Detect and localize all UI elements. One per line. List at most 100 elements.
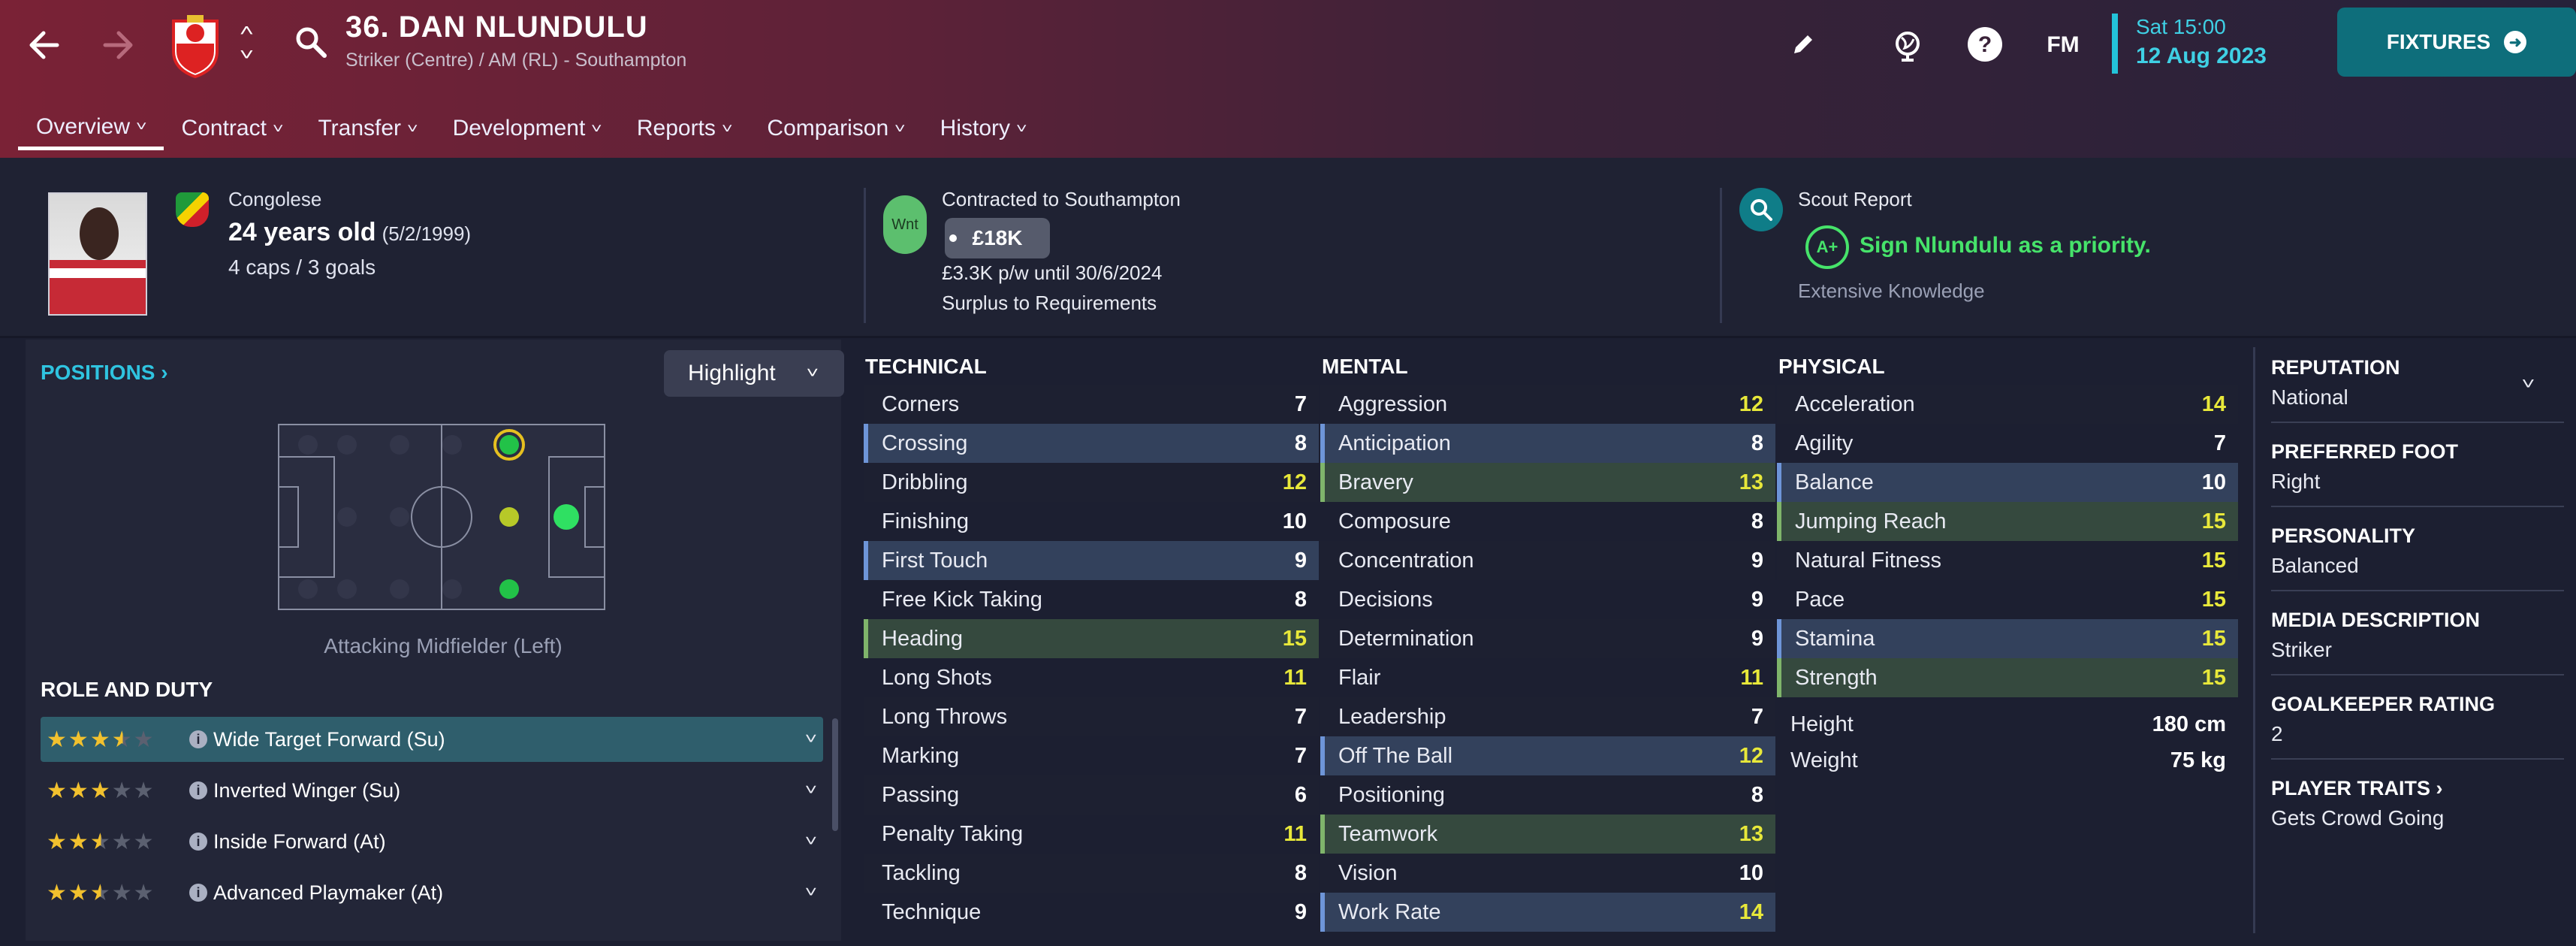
attribute-name: Determination (1338, 626, 1474, 651)
role-duty-heading: ROLE AND DUTY (41, 678, 213, 701)
sidebar-item[interactable]: GOALKEEPER RATING 2 (2271, 693, 2564, 760)
attribute-row[interactable]: Jumping Reach 15 (1777, 502, 2238, 541)
current-time[interactable]: Sat 15:00 (2136, 15, 2226, 39)
attribute-row[interactable]: Work Rate 14 (1320, 893, 1775, 932)
attribute-row[interactable]: Marking 7 (864, 736, 1319, 775)
attribute-row[interactable]: Off The Ball 12 (1320, 736, 1775, 775)
chevron-down-icon[interactable]: ˅ (805, 884, 817, 902)
age-text: 24 years old (228, 218, 376, 246)
attribute-row[interactable]: Technique 9 (864, 893, 1319, 932)
attribute-row[interactable]: Heading 15 (864, 619, 1319, 658)
chevron-down-icon[interactable]: ˅ (805, 782, 817, 799)
player-face (80, 207, 119, 260)
sidebar-item[interactable]: PERSONALITY Balanced (2271, 524, 2564, 591)
chevron-up-icon[interactable]: ˄ (239, 21, 253, 41)
tab-transfer[interactable]: Transfer ˅ (300, 107, 434, 150)
edit-button[interactable] (1780, 23, 1825, 68)
attribute-row[interactable]: Strength 15 (1777, 658, 2238, 697)
contract-title: Contracted to Southampton (942, 188, 1181, 210)
player-switch-arrows[interactable]: ˄ ˅ (231, 17, 261, 69)
info-icon[interactable]: i (189, 781, 207, 799)
attribute-row[interactable]: Acceleration 14 (1777, 385, 2238, 424)
nation-flag-icon[interactable] (176, 192, 209, 227)
scout-report-button[interactable] (1739, 188, 1783, 231)
attribute-row[interactable]: Natural Fitness 15 (1777, 541, 2238, 580)
attribute-row[interactable]: Anticipation 8 (1320, 424, 1775, 463)
attribute-row[interactable]: Passing 6 (864, 775, 1319, 815)
star-icon: ★ (133, 727, 155, 752)
attribute-row[interactable]: Composure 8 (1320, 502, 1775, 541)
attribute-row[interactable]: Long Throws 7 (864, 697, 1319, 736)
role-row[interactable]: ★★★★★ i Inside Forward (At) ˅ (41, 819, 823, 864)
star-icon: ★ (47, 829, 68, 854)
svg-text:?: ? (1978, 32, 1992, 57)
attribute-value: 9 (1294, 899, 1307, 924)
search-button[interactable] (288, 20, 333, 65)
attribute-row[interactable]: Balance 10 (1777, 463, 2238, 502)
transfer-value-tag[interactable]: £18K (945, 218, 1050, 258)
help-button[interactable]: ? (1960, 20, 2010, 69)
attribute-row[interactable]: Bravery 13 (1320, 463, 1775, 502)
attribute-row[interactable]: Long Shots 11 (864, 658, 1319, 697)
role-row[interactable]: ★★★★★ i Advanced Playmaker (At) ˅ (41, 870, 823, 915)
current-date[interactable]: 12 Aug 2023 (2136, 44, 2267, 69)
back-button[interactable] (17, 18, 71, 72)
nationality[interactable]: Congolese (228, 188, 321, 211)
attribute-row[interactable]: Free Kick Taking 8 (864, 580, 1319, 619)
attribute-row[interactable]: Crossing 8 (864, 424, 1319, 463)
star-icon: ★ (89, 778, 112, 803)
sidebar-item[interactable]: PLAYER TRAITS › Gets Crowd Going (2271, 777, 2564, 830)
role-list-scrollbar[interactable] (832, 718, 838, 831)
role-row[interactable]: ★★★★★ i Inverted Winger (Su) ˅ (41, 768, 823, 813)
attribute-value: 15 (2201, 548, 2226, 573)
attribute-row[interactable]: Aggression 12 (1320, 385, 1775, 424)
fixtures-button[interactable]: FIXTURES ➜ (2337, 8, 2576, 77)
tab-history[interactable]: History ˅ (922, 107, 1044, 150)
player-photo[interactable] (48, 192, 147, 316)
attribute-row[interactable]: Tackling 8 (864, 854, 1319, 893)
fm-menu-button[interactable]: FM (2037, 23, 2089, 68)
attribute-row[interactable]: Flair 11 (1320, 658, 1775, 697)
height-label: Height (1790, 712, 1854, 736)
forward-button[interactable] (92, 18, 146, 72)
attribute-row[interactable]: Penalty Taking 11 (864, 815, 1319, 854)
attribute-row[interactable]: Stamina 15 (1777, 619, 2238, 658)
highlight-dropdown[interactable]: Highlight ˅ (664, 350, 844, 397)
attribute-row[interactable]: Dribbling 12 (864, 463, 1319, 502)
attribute-value: 9 (1294, 548, 1307, 573)
attribute-row[interactable]: Leadership 7 (1320, 697, 1775, 736)
tab-overview[interactable]: Overview ˅ (18, 107, 164, 150)
info-icon[interactable]: i (189, 730, 207, 748)
info-icon[interactable]: i (189, 884, 207, 902)
tab-reports[interactable]: Reports ˅ (619, 107, 750, 150)
attribute-row[interactable]: Vision 10 (1320, 854, 1775, 893)
attribute-row[interactable]: Positioning 8 (1320, 775, 1775, 815)
attribute-row[interactable]: Teamwork 13 (1320, 815, 1775, 854)
attribute-row[interactable]: Determination 9 (1320, 619, 1775, 658)
attribute-row[interactable]: Finishing 10 (864, 502, 1319, 541)
attribute-row[interactable]: Decisions 9 (1320, 580, 1775, 619)
sidebar-item[interactable]: PREFERRED FOOT Right (2271, 440, 2564, 507)
positions-link[interactable]: POSITIONS › (41, 361, 168, 385)
chevron-down-icon[interactable]: ˅ (239, 45, 253, 65)
sidebar-item[interactable]: MEDIA DESCRIPTION Striker (2271, 609, 2564, 675)
chevron-down-icon: ˅ (1015, 120, 1027, 136)
tab-comparison[interactable]: Comparison ˅ (749, 107, 922, 150)
chevron-down-icon[interactable]: ˅ (805, 833, 817, 851)
attribute-value: 11 (1283, 665, 1307, 690)
player-position-subtitle: Striker (Centre) / AM (RL) - Southampton (345, 50, 687, 71)
attribute-row[interactable]: Agility 7 (1777, 424, 2238, 463)
attribute-row[interactable]: First Touch 9 (864, 541, 1319, 580)
tab-contract[interactable]: Contract ˅ (164, 107, 300, 150)
attribute-row[interactable]: Concentration 9 (1320, 541, 1775, 580)
club-crest[interactable] (168, 12, 222, 80)
role-row[interactable]: ★★★★★ i Wide Target Forward (Su) ˅ (41, 717, 823, 762)
tab-development[interactable]: Development ˅ (435, 107, 619, 150)
sidebar-item[interactable]: REPUTATION National (2271, 356, 2564, 423)
world-button[interactable] (1884, 21, 1932, 69)
position-description: Attacking Midfielder (Left) (324, 634, 563, 657)
info-icon[interactable]: i (189, 833, 207, 851)
attribute-row[interactable]: Pace 15 (1777, 580, 2238, 619)
chevron-down-icon[interactable]: ˅ (805, 731, 817, 748)
attribute-row[interactable]: Corners 7 (864, 385, 1319, 424)
